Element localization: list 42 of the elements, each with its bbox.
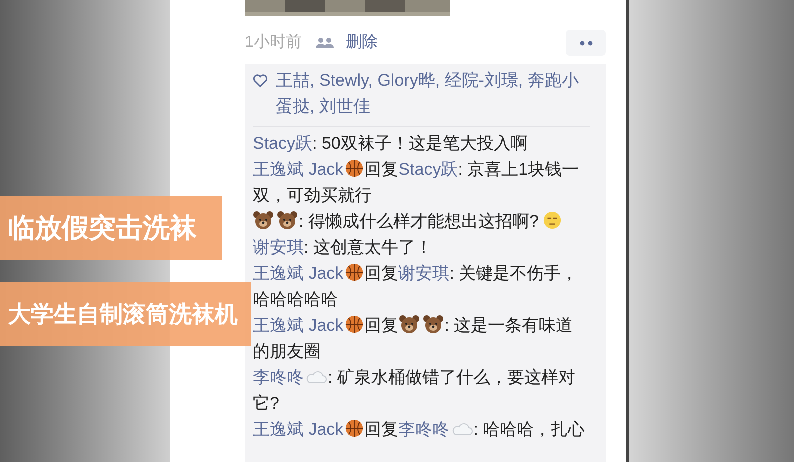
basketball-icon <box>344 315 364 334</box>
bear-icon <box>398 315 445 334</box>
reply-label: 回复 <box>364 264 399 283</box>
face-icon <box>542 211 562 230</box>
commenter-name[interactable]: 谢安琪 <box>253 238 304 257</box>
more-button[interactable] <box>566 30 606 56</box>
reply-label: 回复 <box>364 420 399 439</box>
commenter-name[interactable]: 李咚咚 <box>253 368 328 387</box>
comment: : 得懒成什么样才能想出这招啊? <box>253 209 590 235</box>
comment: 谢安琪: 这创意太牛了！ <box>253 237 434 259</box>
comment: 王逸斌 Jack 回复 : 这是一条有味道的朋友圈 <box>253 314 574 363</box>
commenter-name[interactable]: 王逸斌 Jack <box>253 264 365 283</box>
basketball-icon <box>344 263 364 282</box>
more-icon <box>580 40 592 46</box>
commenter-name[interactable]: 王逸斌 Jack <box>253 420 365 439</box>
reply-label: 回复 <box>364 160 399 179</box>
comment: Stacy跃: 50双袜子！这是笔大投入啊 <box>253 133 529 155</box>
basketball-icon <box>344 159 364 178</box>
comment: 王逸斌 Jack 回复谢安琪: 关键是不伤手，哈哈哈哈哈 <box>253 262 580 311</box>
comment: 王逸斌 Jack 回复李咚咚 : 哈哈哈，扎心 <box>253 418 586 441</box>
basketball-icon <box>344 419 364 438</box>
cloud-icon <box>450 421 473 437</box>
replied-name[interactable]: Stacy跃 <box>398 160 458 179</box>
caption-banner: 临放假突击洗袜 <box>0 196 222 260</box>
reply-label: 回复 <box>364 316 399 335</box>
heart-icon <box>253 74 268 88</box>
comment: 王逸斌 Jack 回复Stacy跃: 京喜上1块钱一双，可劲买就行 <box>253 158 580 207</box>
replied-name[interactable]: 李咚咚 <box>398 420 474 439</box>
delete-link[interactable]: 删除 <box>346 31 378 55</box>
replied-name[interactable]: 谢安琪 <box>398 264 450 283</box>
cloud-icon <box>305 369 327 385</box>
replied-name[interactable] <box>398 316 445 335</box>
likes-names[interactable]: 王喆, Stewly, Glory晔, 经院-刘璟, 奔跑小蛋挞, 刘世佳 <box>276 68 590 120</box>
caption-banner: 大学生自制滚筒洗袜机 <box>0 282 251 346</box>
friends-icon <box>316 37 334 49</box>
commenter-name[interactable] <box>253 212 299 231</box>
commenter-name[interactable]: Stacy跃 <box>253 134 313 153</box>
commenter-name[interactable]: 王逸斌 Jack <box>253 160 365 179</box>
bear-icon <box>253 211 299 230</box>
comment: 李咚咚 : 矿泉水桶做错了什么，要这样对它? <box>253 367 576 415</box>
post-time: 1小时前 <box>245 32 302 53</box>
commenter-name[interactable]: 王逸斌 Jack <box>253 316 365 335</box>
